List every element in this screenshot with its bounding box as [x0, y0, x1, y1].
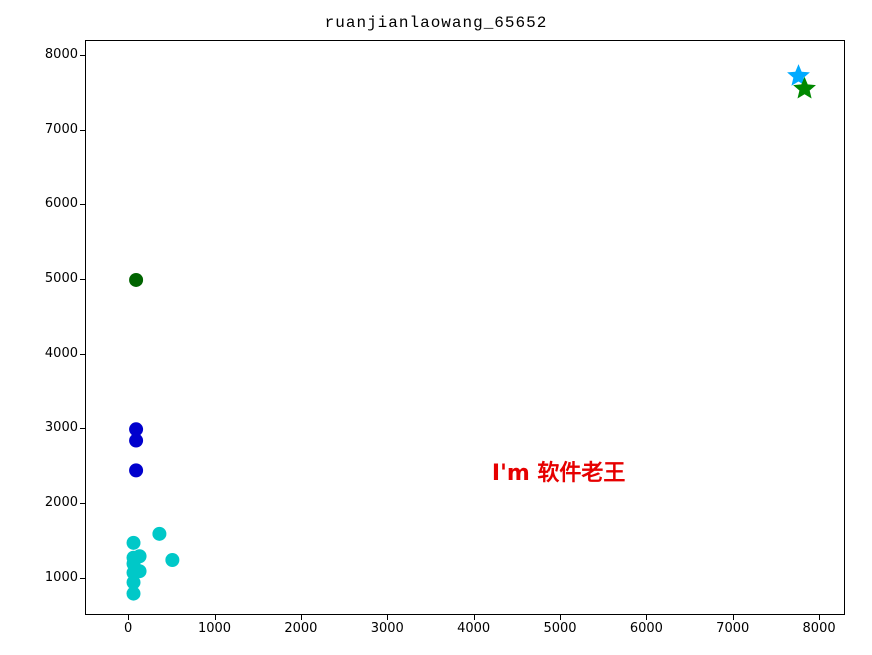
y-tick-mark — [80, 279, 85, 280]
x-tick-mark — [128, 615, 129, 620]
x-tick-label: 8000 — [794, 621, 844, 636]
data-point — [133, 564, 147, 578]
x-tick-label: 0 — [103, 621, 153, 636]
y-tick-label: 1000 — [23, 570, 78, 585]
y-tick-mark — [80, 130, 85, 131]
y-tick-mark — [80, 354, 85, 355]
y-tick-label: 2000 — [23, 495, 78, 510]
y-tick-label: 5000 — [23, 271, 78, 286]
x-tick-label: 2000 — [276, 621, 326, 636]
y-tick-label: 4000 — [23, 346, 78, 361]
y-tick-label: 6000 — [23, 196, 78, 211]
y-tick-label: 8000 — [23, 47, 78, 62]
plot-area: I'm 软件老王 — [85, 40, 845, 615]
x-tick-mark — [819, 615, 820, 620]
data-point — [129, 273, 143, 287]
x-tick-label: 4000 — [449, 621, 499, 636]
data-point — [133, 549, 147, 563]
y-tick-mark — [80, 204, 85, 205]
data-point — [127, 536, 141, 550]
figure: ruanjianlaowang_65652 I'm 软件老王 1000 2000 3… — [0, 0, 872, 655]
y-tick-mark — [80, 503, 85, 504]
y-tick-mark — [80, 55, 85, 56]
x-tick-label: 5000 — [535, 621, 585, 636]
data-point — [127, 587, 141, 601]
data-point — [165, 553, 179, 567]
x-tick-mark — [215, 615, 216, 620]
y-tick-mark — [80, 578, 85, 579]
y-tick-label: 3000 — [23, 420, 78, 435]
x-tick-mark — [301, 615, 302, 620]
y-tick-label: 7000 — [23, 122, 78, 137]
x-tick-mark — [474, 615, 475, 620]
x-tick-label: 7000 — [708, 621, 758, 636]
chart-title: ruanjianlaowang_65652 — [0, 14, 872, 32]
scatter-svg — [86, 41, 844, 614]
x-tick-mark — [646, 615, 647, 620]
data-point — [129, 434, 143, 448]
x-tick-mark — [560, 615, 561, 620]
x-tick-label: 1000 — [190, 621, 240, 636]
x-tick-label: 3000 — [362, 621, 412, 636]
y-tick-mark — [80, 428, 85, 429]
chart-annotation: I'm 软件老王 — [492, 455, 626, 487]
data-point — [152, 527, 166, 541]
x-tick-mark — [387, 615, 388, 620]
data-point — [129, 463, 143, 477]
x-tick-mark — [733, 615, 734, 620]
x-tick-label: 6000 — [621, 621, 671, 636]
